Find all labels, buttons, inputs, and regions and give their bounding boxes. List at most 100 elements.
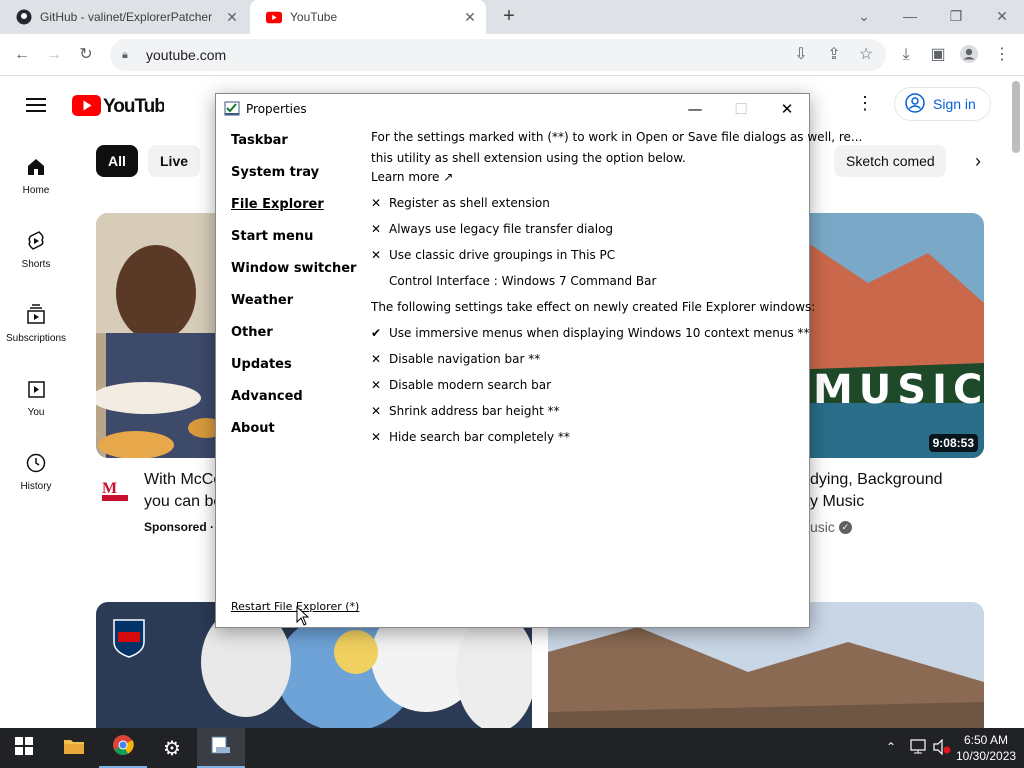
option-hide-search-bar[interactable]: ✕ Hide search bar completely ** bbox=[371, 430, 570, 444]
nav-weather[interactable]: Weather bbox=[231, 293, 293, 308]
new-tab-button[interactable]: + bbox=[498, 5, 520, 27]
video-title-line: y Music bbox=[810, 493, 865, 510]
tab-search-icon[interactable]: ⌄ bbox=[852, 6, 876, 26]
sign-in-label: Sign in bbox=[933, 96, 976, 112]
tab-github[interactable]: GitHub - valinet/ExplorerPatcher ✕ bbox=[0, 0, 248, 34]
option-register-shell-extension[interactable]: ✕ Register as shell extension bbox=[371, 196, 550, 210]
system-clock[interactable]: 6:50 AM 10/30/2023 bbox=[956, 732, 1016, 764]
unchecked-x-icon: ✕ bbox=[371, 222, 382, 236]
option-label: Shrink address bar height ** bbox=[389, 404, 560, 418]
nav-about[interactable]: About bbox=[231, 421, 275, 436]
intro-text-line: this utility as shell extension using th… bbox=[371, 151, 686, 165]
taskbar-settings[interactable]: ⚙ bbox=[148, 728, 196, 768]
reload-icon[interactable]: ↻ bbox=[75, 44, 97, 66]
properties-dialog: Properties — ☐ ✕ Taskbar System tray Fil… bbox=[215, 93, 862, 628]
chip-sketch-comedy[interactable]: Sketch comed bbox=[834, 145, 946, 177]
option-shrink-address-bar[interactable]: ✕ Shrink address bar height ** bbox=[371, 404, 560, 418]
home-icon bbox=[24, 155, 48, 179]
nav-advanced[interactable]: Advanced bbox=[231, 389, 303, 404]
back-icon[interactable]: ← bbox=[11, 44, 33, 66]
youtube-logo[interactable]: YouTube bbox=[72, 95, 176, 122]
taskbar-file-explorer[interactable] bbox=[50, 728, 98, 768]
properties-app-icon bbox=[224, 100, 240, 116]
install-icon[interactable]: ⇩ bbox=[790, 44, 812, 66]
dialog-minimize-icon[interactable]: — bbox=[672, 98, 718, 120]
unchecked-x-icon: ✕ bbox=[371, 352, 382, 366]
taskbar-properties[interactable] bbox=[197, 728, 245, 768]
nav-start-menu[interactable]: Start menu bbox=[231, 229, 313, 244]
shorts-icon bbox=[24, 229, 48, 253]
video-title[interactable]: With McCo you can be bbox=[144, 469, 222, 513]
show-hidden-icons-icon[interactable]: ⌃ bbox=[886, 740, 896, 754]
close-window-icon[interactable]: ✕ bbox=[990, 6, 1014, 26]
tab-label: GitHub - valinet/ExplorerPatcher bbox=[40, 10, 213, 24]
dialog-titlebar[interactable]: Properties — ☐ ✕ bbox=[216, 94, 809, 124]
option-legacy-file-transfer[interactable]: ✕ Always use legacy file transfer dialog bbox=[371, 222, 613, 236]
profile-icon[interactable] bbox=[958, 44, 980, 66]
option-label: Always use legacy file transfer dialog bbox=[389, 222, 614, 236]
chip-all[interactable]: All bbox=[96, 145, 138, 177]
option-label: Disable modern search bar bbox=[389, 378, 552, 392]
lock-icon: 🔒︎ bbox=[122, 48, 128, 61]
folder-icon bbox=[63, 737, 85, 760]
sidebar-item-history[interactable]: History bbox=[0, 451, 72, 492]
unchecked-x-icon: ✕ bbox=[371, 404, 382, 418]
nav-file-explorer[interactable]: File Explorer bbox=[231, 197, 324, 212]
close-tab-icon[interactable]: ✕ bbox=[462, 9, 478, 25]
option-label: Use classic drive groupings in This PC bbox=[389, 248, 616, 262]
forward-icon[interactable]: → bbox=[43, 44, 65, 66]
checkmark-icon: ✔ bbox=[371, 326, 382, 340]
option-disable-modern-search[interactable]: ✕ Disable modern search bar bbox=[371, 378, 551, 392]
restore-icon[interactable]: ❐ bbox=[944, 6, 968, 26]
video-channel[interactable]: usic ✓ bbox=[810, 519, 852, 535]
video-meta: Sponsored · bbox=[144, 520, 215, 534]
nav-window-switcher[interactable]: Window switcher bbox=[231, 261, 356, 276]
option-classic-drive-groupings[interactable]: ✕ Use classic drive groupings in This PC bbox=[371, 248, 615, 262]
nav-taskbar[interactable]: Taskbar bbox=[231, 133, 288, 148]
svg-text:M: M bbox=[102, 480, 117, 497]
chip-live[interactable]: Live bbox=[148, 145, 201, 177]
option-disable-navigation-bar[interactable]: ✕ Disable navigation bar ** bbox=[371, 352, 540, 366]
network-icon[interactable] bbox=[910, 739, 928, 760]
sidebar-item-label: Subscriptions bbox=[5, 333, 67, 344]
nav-system-tray[interactable]: System tray bbox=[231, 165, 319, 180]
nav-other[interactable]: Other bbox=[231, 325, 273, 340]
sidebar-item-subscriptions[interactable]: Subscriptions bbox=[0, 303, 72, 344]
close-tab-icon[interactable]: ✕ bbox=[224, 9, 240, 25]
option-label: Control Interface : Windows 7 Command Ba… bbox=[389, 274, 657, 288]
video-title-line: With McCo bbox=[144, 471, 223, 488]
side-panel-icon[interactable]: ▣ bbox=[927, 44, 949, 66]
chevron-right-icon[interactable]: › bbox=[966, 149, 990, 173]
volume-muted-icon[interactable] bbox=[933, 738, 951, 760]
start-button[interactable] bbox=[0, 728, 48, 768]
properties-app-icon bbox=[210, 735, 232, 760]
share-icon[interactable]: ⇪ bbox=[823, 44, 845, 66]
minimize-icon[interactable]: — bbox=[898, 6, 922, 26]
browser-menu-icon[interactable]: ⋮ bbox=[991, 44, 1013, 66]
tab-youtube[interactable]: YouTube ✕ bbox=[250, 0, 486, 34]
windows-taskbar: ⚙ ⌃ 6:50 AM 10/30/2023 bbox=[0, 728, 1024, 768]
page-scrollbar[interactable] bbox=[1012, 81, 1020, 153]
browser-tab-strip: GitHub - valinet/ExplorerPatcher ✕ YouTu… bbox=[0, 0, 1024, 34]
intro-text-line: For the settings marked with (**) to wor… bbox=[371, 130, 863, 144]
settings-dots-icon[interactable]: ⋮ bbox=[855, 93, 875, 117]
address-bar[interactable]: 🔒︎ youtube.com bbox=[110, 39, 886, 71]
sidebar-item-shorts[interactable]: Shorts bbox=[0, 229, 72, 270]
video-title[interactable]: dying, Background y Music bbox=[810, 469, 943, 513]
channel-avatar[interactable]: M bbox=[100, 477, 130, 503]
option-control-interface[interactable]: Control Interface : Windows 7 Command Ba… bbox=[371, 274, 656, 288]
hamburger-icon[interactable] bbox=[26, 97, 46, 113]
unchecked-x-icon: ✕ bbox=[371, 248, 382, 262]
downloads-icon[interactable]: ⤓ bbox=[895, 44, 917, 66]
github-icon bbox=[16, 9, 32, 25]
nav-updates[interactable]: Updates bbox=[231, 357, 292, 372]
sidebar-item-home[interactable]: Home bbox=[0, 155, 72, 196]
browser-toolbar: ← → ↻ 🔒︎ youtube.com ⇩ ⇪ ☆ ⤓ ▣ ⋮ bbox=[0, 34, 1024, 76]
option-immersive-menus[interactable]: ✔ Use immersive menus when displaying Win… bbox=[371, 326, 810, 340]
sidebar-item-you[interactable]: You bbox=[0, 377, 72, 418]
taskbar-chrome[interactable] bbox=[99, 728, 147, 768]
bookmark-star-icon[interactable]: ☆ bbox=[855, 44, 877, 66]
learn-more-link[interactable]: Learn more ↗ bbox=[371, 170, 453, 184]
sign-in-button[interactable]: Sign in bbox=[894, 87, 991, 121]
dialog-close-icon[interactable]: ✕ bbox=[764, 98, 810, 120]
